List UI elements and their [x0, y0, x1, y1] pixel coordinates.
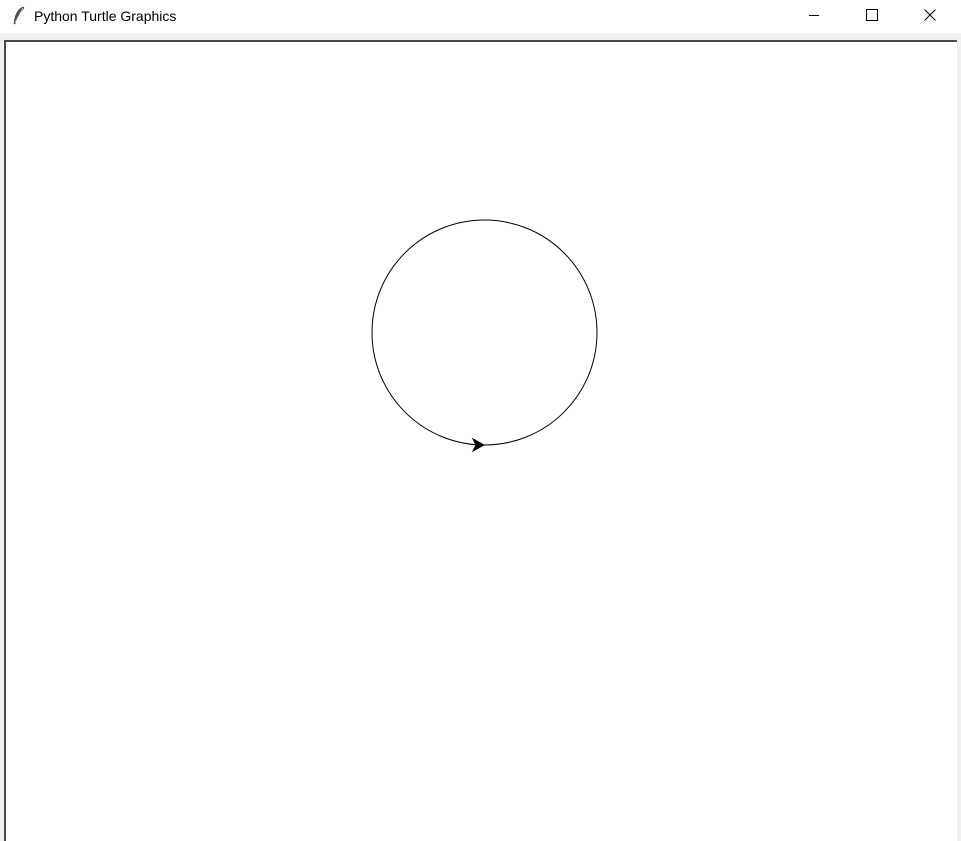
- turtle-drawing: [371, 219, 598, 453]
- drawn-circle: [371, 219, 598, 446]
- turtle-window: Python Turtle Graphics: [0, 0, 961, 841]
